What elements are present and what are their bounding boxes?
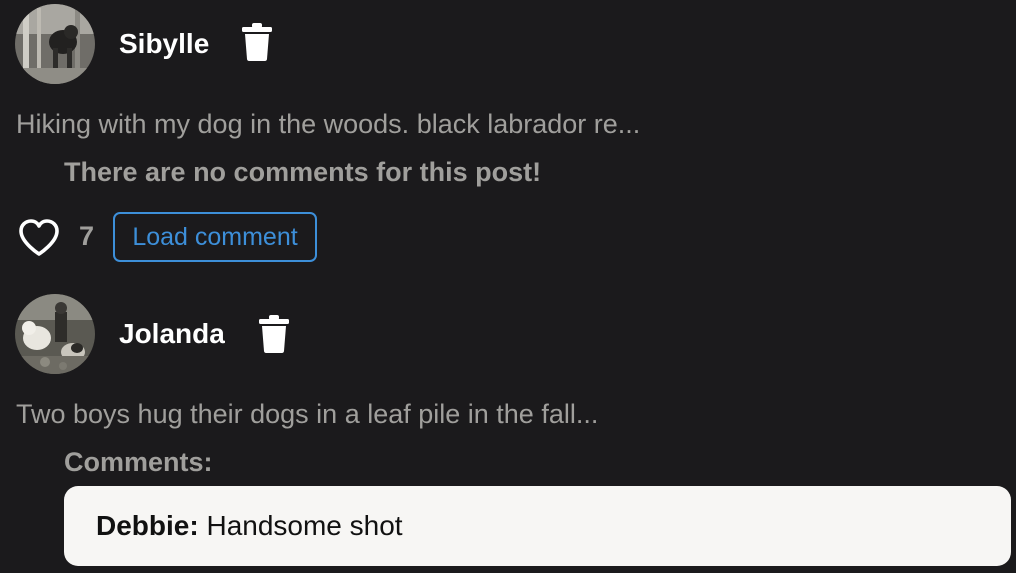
avatar-photo-boys-dogs bbox=[15, 294, 95, 374]
comment-author: Debbie: bbox=[96, 510, 199, 541]
post-caption: Two boys hug their dogs in a leaf pile i… bbox=[16, 399, 599, 429]
post-actions: 7 Load comment bbox=[0, 212, 400, 262]
comment-text: Handsome shot bbox=[198, 510, 403, 541]
no-comments-notice: There are no comments for this post! bbox=[64, 157, 542, 187]
post-caption: Hiking with my dog in the woods. black l… bbox=[16, 109, 641, 139]
comments-heading: Comments: bbox=[64, 447, 213, 477]
trash-icon[interactable] bbox=[258, 314, 290, 354]
avatar-photo-dog-woods bbox=[15, 4, 95, 84]
feed: Sibylle Hiking with my dog in the woods.… bbox=[0, 0, 1016, 573]
heart-outline-icon[interactable] bbox=[18, 218, 60, 258]
load-comment-button[interactable]: Load comment bbox=[113, 212, 317, 262]
post-username[interactable]: Sibylle bbox=[119, 27, 209, 61]
like-count: 7 bbox=[79, 221, 95, 251]
trash-icon[interactable] bbox=[241, 22, 273, 62]
post-username[interactable]: Jolanda bbox=[119, 317, 225, 351]
user-avatar[interactable] bbox=[15, 4, 95, 84]
user-avatar[interactable] bbox=[15, 294, 95, 374]
comment-item: Debbie: Handsome shot bbox=[64, 486, 1011, 566]
